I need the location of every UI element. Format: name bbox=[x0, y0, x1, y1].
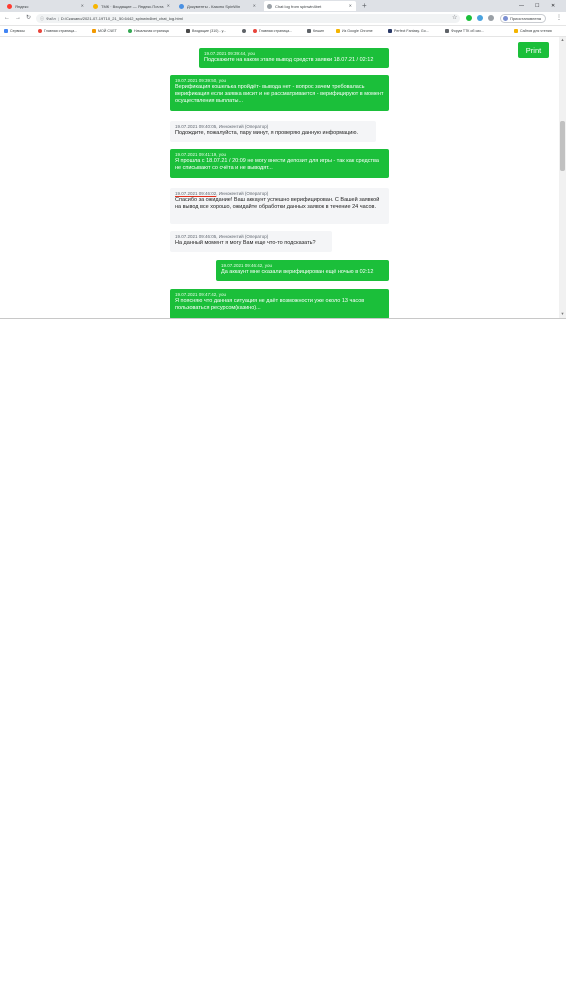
bookmark-favicon-icon bbox=[253, 29, 257, 33]
tab-chat-log[interactable]: Chat log from spinwin4bet ✕ bbox=[264, 1, 356, 11]
scroll-up-icon[interactable]: ▲ bbox=[559, 37, 566, 43]
message-text: Подскажите на каком этапе вывод средств … bbox=[204, 57, 374, 63]
shield-favicon-icon bbox=[179, 3, 184, 9]
address-scheme-label: Файл bbox=[46, 16, 56, 21]
scroll-down-icon[interactable]: ▼ bbox=[559, 311, 566, 317]
chat-message-outgoing: 19.07.2021 09:39:50, you Верификация кош… bbox=[170, 75, 389, 111]
maximize-icon[interactable]: ☐ bbox=[535, 1, 539, 11]
chat-message-outgoing: 19.07.2021 09:46:42, you Да аккаунт мне … bbox=[216, 260, 389, 281]
message-text: Верификация кошелька пройдёт- вывода нет… bbox=[175, 84, 384, 104]
address-url: D:/Скачано/2021-07-19T10_21_50.6442_spin… bbox=[60, 16, 183, 21]
star-icon[interactable]: ☆ bbox=[452, 15, 458, 21]
bookmark-label: Начальная страница bbox=[134, 29, 169, 33]
page-scrollbar[interactable] bbox=[559, 37, 566, 318]
message-text: Я прошла с 18.07.21 / 20:09 не могу внес… bbox=[175, 158, 379, 171]
message-text: Спасибо за ожидание! Ваш аккаунт успешно… bbox=[175, 197, 380, 210]
tab-close-icon[interactable]: ✕ bbox=[167, 3, 170, 8]
viewport-bottom-edge bbox=[0, 318, 566, 319]
yandex-favicon-icon bbox=[7, 3, 12, 9]
globe-favicon-icon bbox=[267, 3, 272, 9]
message-text: Подождите, пожалуйста, пару минут, я про… bbox=[175, 130, 358, 136]
profile-button[interactable]: Приостановлена bbox=[500, 14, 547, 23]
message-timestamp: 19.07.2021 09:46:02 bbox=[175, 191, 217, 196]
kebab-menu-icon[interactable]: ⋮ bbox=[556, 14, 562, 23]
scrollbar-thumb[interactable] bbox=[560, 121, 565, 171]
chat-message-outgoing: 19.07.2021 09:39:44, you Подскажите на к… bbox=[199, 48, 389, 68]
extension-blue-icon[interactable] bbox=[477, 15, 483, 21]
chat-message-incoming: 19.07.2021 09:46:02, Иннокентий (Операто… bbox=[170, 188, 389, 224]
bookmark-item[interactable]: Perfect Fantasy. Go... bbox=[388, 27, 429, 35]
bookmarks-bar: Сервисы Главная страница... МОЙ СЧЕТ Нач… bbox=[0, 26, 566, 37]
bookmark-favicon-icon bbox=[92, 29, 96, 33]
chat-message-outgoing: 19.07.2021 09:41:19, you Я прошла с 18.0… bbox=[170, 149, 389, 178]
browser-toolbar: ← → ↻ ⓘ Файл | D:/Скачано/2021-07-19T10_… bbox=[0, 12, 566, 26]
new-tab-icon[interactable]: + bbox=[362, 1, 367, 11]
print-button[interactable]: Print bbox=[518, 42, 549, 58]
bookmark-item[interactable]: Сервисы bbox=[4, 27, 25, 35]
tab-title: Chat log from spinwin4bet bbox=[275, 3, 322, 9]
tab-close-icon[interactable]: ✕ bbox=[253, 3, 256, 8]
bookmark-item[interactable]: МОЙ СЧЕТ bbox=[92, 27, 117, 35]
message-text: На данный момент я могу Вам еще что-то п… bbox=[175, 240, 316, 246]
bookmark-label: Кешин bbox=[313, 29, 324, 33]
minimize-icon[interactable]: — bbox=[519, 1, 524, 11]
bookmark-label: Из Google Chrome bbox=[342, 29, 373, 33]
bookmark-item[interactable]: Из Google Chrome bbox=[336, 27, 373, 35]
chat-message-incoming: 19.07.2021 09:46:05, Иннокентий (Операто… bbox=[170, 231, 332, 252]
forward-icon[interactable]: → bbox=[15, 14, 21, 23]
extension-green-icon[interactable] bbox=[466, 15, 472, 21]
bookmark-favicon-icon bbox=[186, 29, 190, 33]
bookmark-item[interactable]: Форум ТТК об сис... bbox=[445, 27, 484, 35]
tab-title: Документы - Казино SpinWin bbox=[187, 3, 241, 9]
info-icon[interactable]: ⓘ bbox=[40, 16, 44, 22]
bookmark-label: Главная страница... bbox=[44, 29, 78, 33]
tab-title: ТМК · Входящие — Яндекс.Почта bbox=[101, 3, 164, 9]
bookmark-item[interactable]: Входящие (310) - у... bbox=[186, 27, 226, 35]
chat-log-page: Print 19.07.2021 09:39:44, you Подскажит… bbox=[0, 37, 566, 318]
tab-mail[interactable]: ТМК · Входящие — Яндекс.Почта ✕ bbox=[90, 1, 174, 11]
close-window-icon[interactable]: ✕ bbox=[551, 1, 555, 11]
bookmark-item[interactable]: Главная страница... bbox=[253, 27, 292, 35]
bookmark-label: МОЙ СЧЕТ bbox=[98, 29, 117, 33]
bookmark-item[interactable] bbox=[242, 27, 248, 35]
bookmark-favicon-icon bbox=[38, 29, 42, 33]
message-text: Я поясняю что данная ситуация не даёт во… bbox=[175, 298, 365, 311]
chat-message-incoming: 19.07.2021 09:40:05, Иннокентий (Операто… bbox=[170, 121, 376, 142]
back-icon[interactable]: ← bbox=[4, 14, 10, 23]
apps-icon bbox=[4, 29, 8, 33]
tab-strip: Яндекс ✕ ТМК · Входящие — Яндекс.Почта ✕… bbox=[0, 0, 566, 12]
tab-close-icon[interactable]: ✕ bbox=[349, 3, 352, 8]
bookmark-label: Perfect Fantasy. Go... bbox=[394, 29, 429, 33]
bookmark-favicon-icon bbox=[307, 29, 311, 33]
address-bar[interactable]: ⓘ Файл | D:/Скачано/2021-07-19T10_21_50.… bbox=[36, 14, 460, 23]
tab-close-icon[interactable]: ✕ bbox=[81, 3, 84, 8]
bookmark-item[interactable]: Сайтов для чтения bbox=[514, 27, 552, 35]
chat-message-outgoing: 19.07.2021 09:47:42, you Я поясняю что д… bbox=[170, 289, 389, 318]
profile-status: Приостановлена bbox=[510, 16, 542, 21]
bookmark-label: Форум ТТК об сис... bbox=[451, 29, 485, 33]
tab-yandex[interactable]: Яндекс ✕ bbox=[4, 1, 88, 11]
bookmark-item[interactable]: Кешин bbox=[307, 27, 324, 35]
folder-icon bbox=[514, 29, 518, 33]
bookmark-label: Сервисы bbox=[10, 29, 25, 33]
extensions-puzzle-icon[interactable] bbox=[488, 15, 494, 21]
bookmark-label: Входящие (310) - у... bbox=[192, 29, 227, 33]
reload-icon[interactable]: ↻ bbox=[26, 14, 31, 23]
avatar bbox=[503, 16, 508, 21]
folder-icon bbox=[336, 29, 340, 33]
bookmark-favicon-icon bbox=[242, 29, 246, 33]
message-author: , Иннокентий (Оператор) bbox=[216, 191, 269, 196]
bookmark-favicon-icon bbox=[445, 29, 449, 33]
bookmark-favicon-icon bbox=[388, 29, 392, 33]
bookmark-label: Главная страница... bbox=[259, 29, 293, 33]
bookmark-item[interactable]: Главная страница... bbox=[38, 27, 77, 35]
tab-title: Яндекс bbox=[15, 3, 29, 9]
bookmark-favicon-icon bbox=[128, 29, 132, 33]
message-text: Да аккаунт мне сказали верифицирован ещё… bbox=[221, 269, 374, 275]
tab-documents[interactable]: Документы - Казино SpinWin ✕ bbox=[176, 1, 260, 11]
bookmark-item[interactable]: Начальная страница bbox=[128, 27, 169, 35]
address-separator: | bbox=[57, 16, 59, 21]
bookmark-label: Сайтов для чтения bbox=[520, 29, 552, 33]
mail-favicon-icon bbox=[93, 3, 98, 9]
